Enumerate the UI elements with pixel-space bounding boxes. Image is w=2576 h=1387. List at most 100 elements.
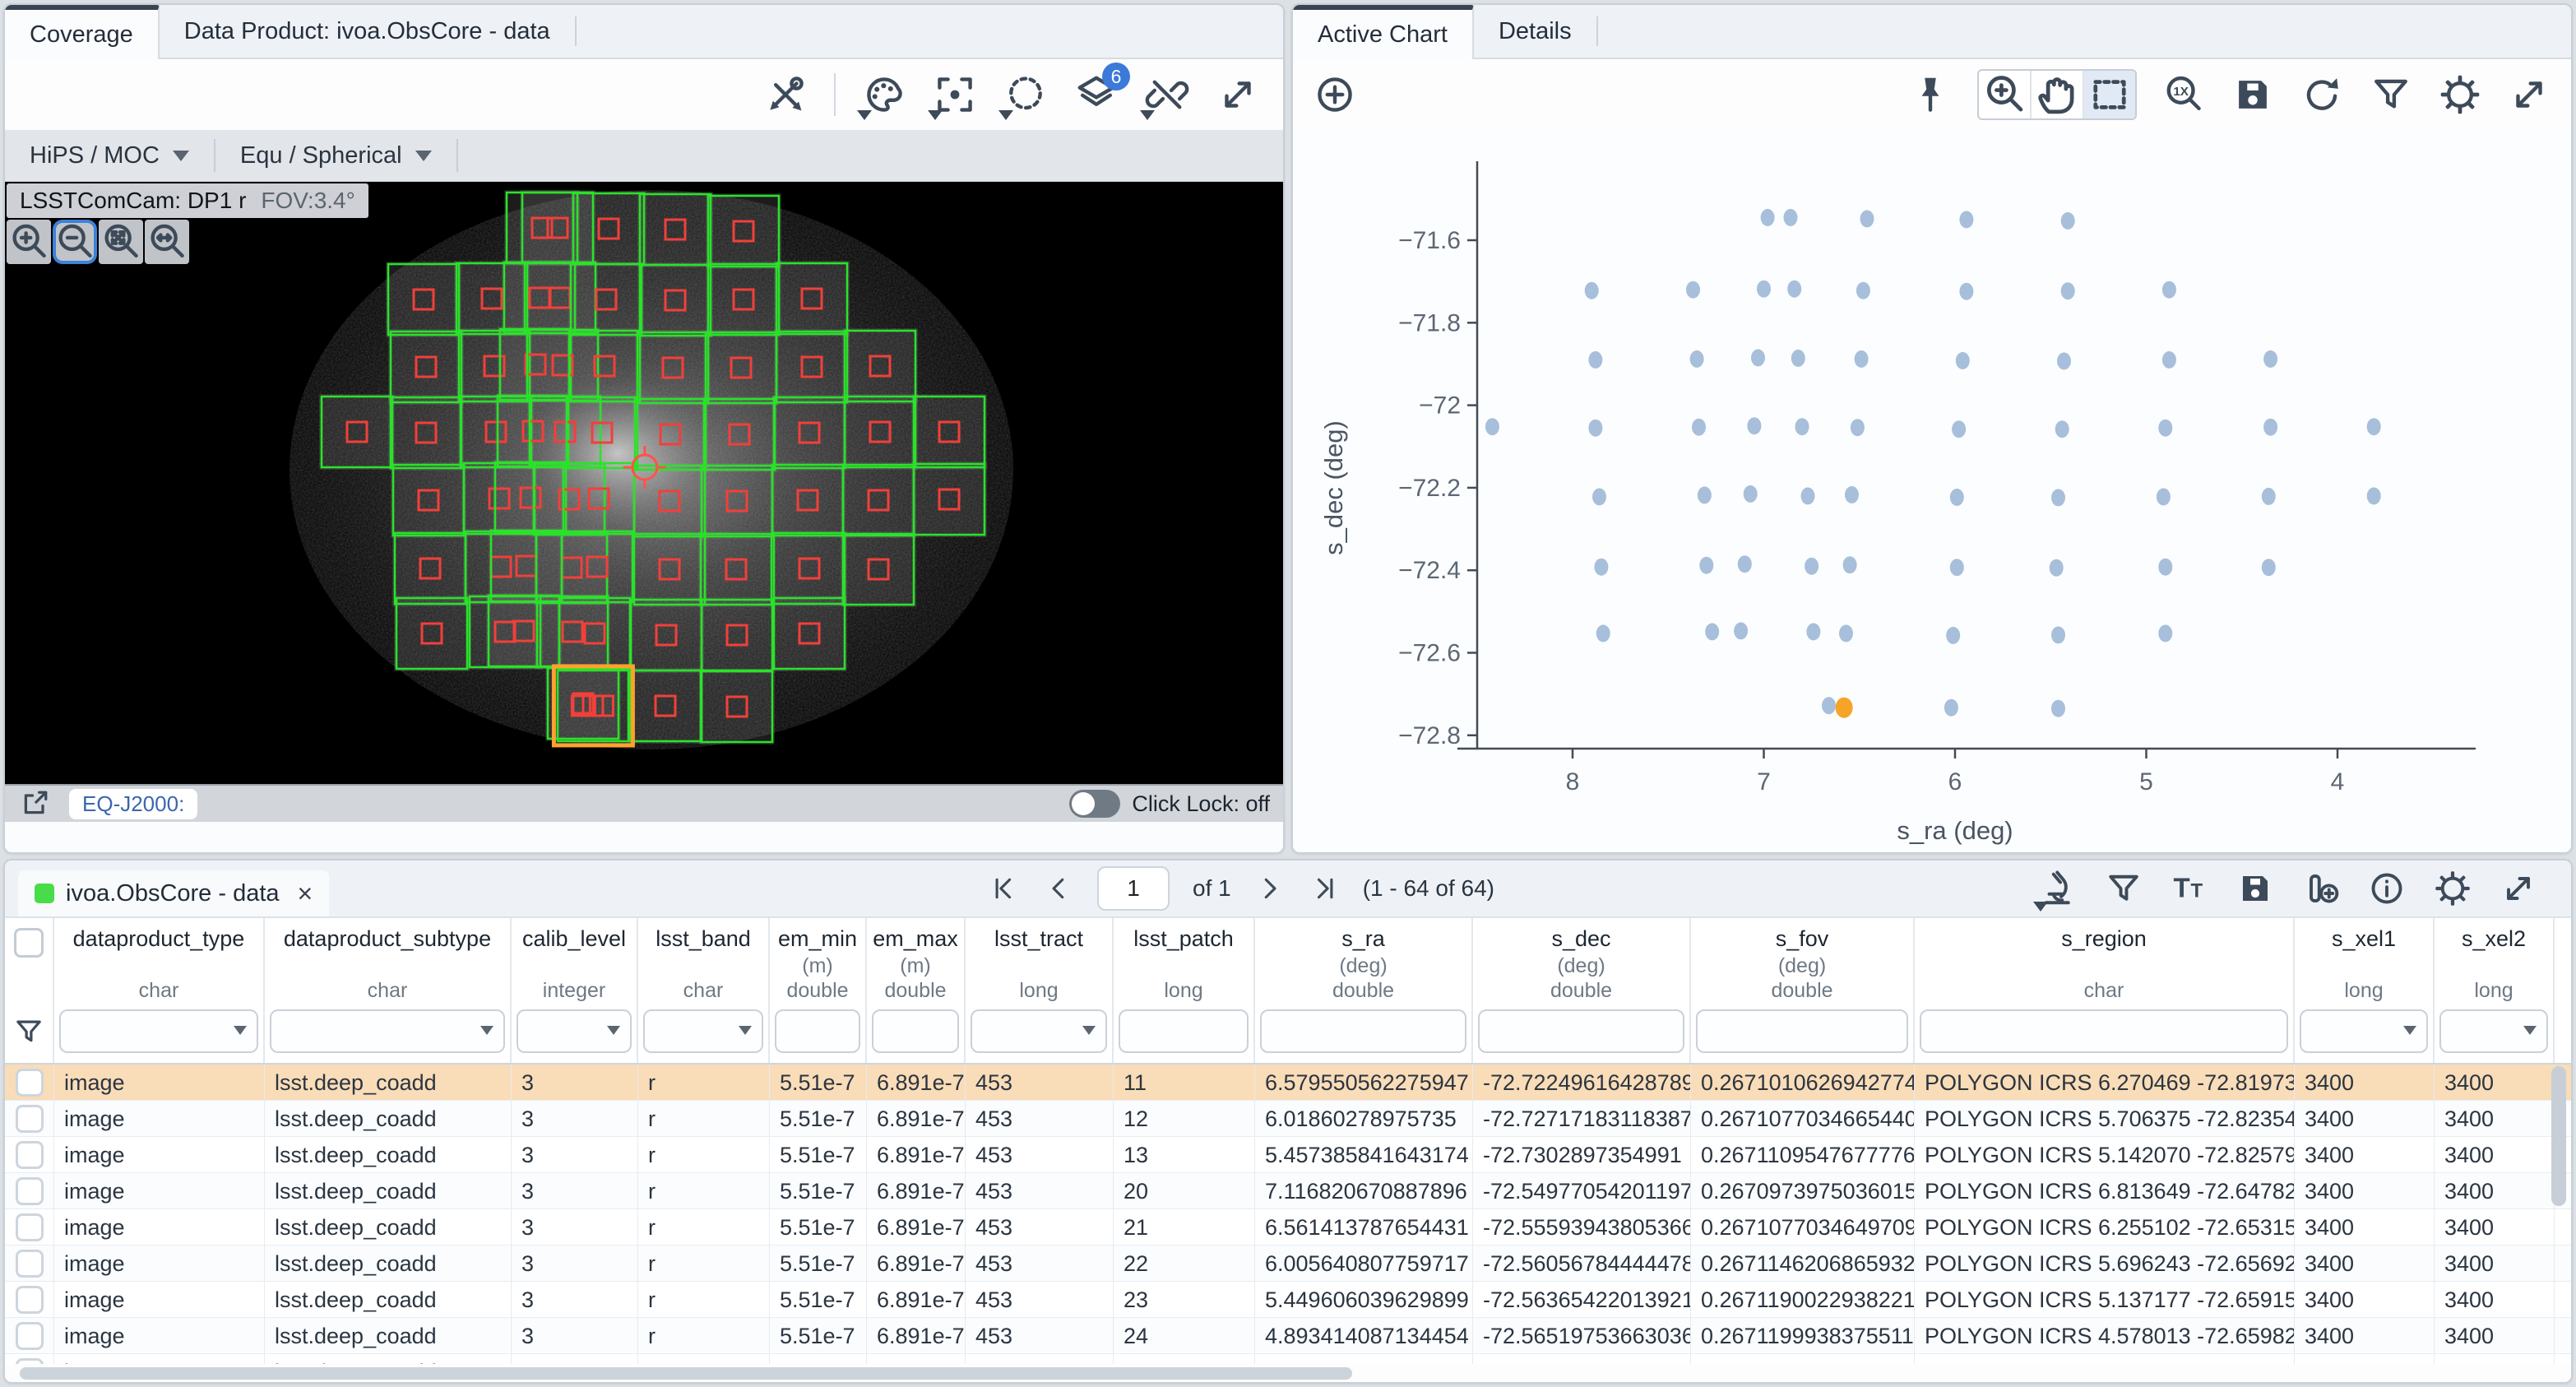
column-name[interactable]: calib_level	[522, 926, 626, 954]
column-name[interactable]: dataproduct_subtype	[284, 926, 491, 954]
zoom-1x-icon[interactable]: 1X	[2161, 72, 2206, 117]
expand-icon[interactable]	[1216, 72, 1260, 117]
filter-s_dec[interactable]	[1478, 1009, 1684, 1053]
column-header-calib_level[interactable]: calib_levelinteger	[512, 918, 638, 1063]
column-header-s_xel1[interactable]: s_xel1long	[2295, 918, 2435, 1063]
filter-icon[interactable]	[2369, 72, 2413, 117]
filter-em_max[interactable]	[872, 1009, 959, 1053]
filter-lsst_patch[interactable]	[1119, 1009, 1249, 1053]
region-select-icon[interactable]	[1003, 72, 1048, 117]
column-header-s_dec[interactable]: s_dec(deg)double	[1473, 918, 1691, 1063]
filter-dataproduct_subtype[interactable]	[270, 1009, 505, 1053]
filter-s_region[interactable]	[1920, 1009, 2288, 1053]
rect-select-icon[interactable]	[2084, 71, 2135, 118]
next-page-icon[interactable]	[1254, 873, 1286, 904]
table-row[interactable]: imagelsst.deep_coadd3r5.51e-76.891e-7453…	[5, 1137, 2571, 1173]
column-name[interactable]: s_dec	[1551, 926, 1610, 954]
coord-system-chip[interactable]: EQ-J2000:	[69, 789, 197, 819]
column-name[interactable]: s_ra	[1341, 926, 1385, 954]
tools-icon[interactable]	[763, 72, 808, 117]
external-link-icon[interactable]	[18, 787, 51, 820]
pan-hand-icon[interactable]	[2032, 71, 2084, 118]
table-row[interactable]: imagelsst.deep_coadd3r5.51e-76.891e-7453…	[5, 1101, 2571, 1137]
zoom-fill-button[interactable]	[145, 220, 189, 264]
zoom-in-button[interactable]	[7, 220, 51, 264]
prev-page-icon[interactable]	[1043, 873, 1074, 904]
column-name[interactable]: s_xel1	[2332, 926, 2396, 954]
info-icon[interactable]	[2367, 869, 2407, 908]
palette-icon[interactable]	[862, 72, 906, 117]
filter-s_fov[interactable]	[1696, 1009, 1908, 1053]
refresh-icon[interactable]	[2300, 72, 2344, 117]
column-header-em_min[interactable]: em_min(m)double	[770, 918, 867, 1063]
column-header-s_xel2[interactable]: s_xel2long	[2435, 918, 2555, 1063]
row-checkbox[interactable]	[16, 1286, 44, 1314]
table-row[interactable]: imagelsst.deep_coadd3r5.51e-76.891e-7453…	[5, 1173, 2571, 1209]
gear-icon[interactable]	[2433, 869, 2472, 908]
microscope-icon[interactable]	[2038, 869, 2078, 908]
add-chart-icon[interactable]	[1313, 72, 1357, 117]
column-name[interactable]: s_xel2	[2462, 926, 2526, 954]
column-name[interactable]: dataproduct_type	[73, 926, 245, 954]
zoom-mode-icon[interactable]	[1979, 71, 2032, 118]
text-size-icon[interactable]: TT	[2170, 869, 2209, 908]
tab-coverage[interactable]: Coverage	[5, 5, 160, 59]
zoom-fit-button[interactable]	[99, 220, 143, 264]
filter-s_xel1[interactable]	[2300, 1009, 2428, 1053]
filter-s_ra[interactable]	[1260, 1009, 1466, 1053]
vertical-scrollbar[interactable]	[2551, 1065, 2568, 1361]
column-header-s_ra[interactable]: s_ra(deg)double	[1255, 918, 1473, 1063]
recenter-icon[interactable]	[933, 72, 977, 117]
row-checkbox[interactable]	[16, 1213, 44, 1241]
tab-details[interactable]: Details	[1474, 5, 1596, 58]
column-header-dataproduct_type[interactable]: dataproduct_typechar	[54, 918, 265, 1063]
sky-coverage-image[interactable]	[5, 182, 1281, 822]
filter-em_min[interactable]	[775, 1009, 860, 1053]
page-number-input[interactable]: 1	[1097, 866, 1170, 911]
row-checkbox[interactable]	[16, 1250, 44, 1278]
gear-icon[interactable]	[2438, 72, 2482, 117]
column-name[interactable]: em_min	[778, 926, 857, 954]
column-name[interactable]: lsst_patch	[1133, 926, 1234, 954]
column-name[interactable]: lsst_tract	[994, 926, 1083, 954]
filter-s_xel2[interactable]	[2439, 1009, 2548, 1053]
tab-active-chart[interactable]: Active Chart	[1293, 5, 1474, 59]
row-checkbox[interactable]	[16, 1105, 44, 1133]
save-icon[interactable]	[2235, 869, 2275, 908]
column-header-lsst_tract[interactable]: lsst_tractlong	[966, 918, 1114, 1063]
table-tab[interactable]: ivoa.ObsCore - data ×	[18, 870, 329, 916]
horizontal-scrollbar[interactable]	[5, 1364, 2571, 1382]
sky-image-area[interactable]: LSSTComCam: DP1 r FOV:3.4° EQ-J2000: Cli…	[5, 182, 1283, 822]
row-checkbox[interactable]	[16, 1069, 44, 1097]
table-row[interactable]: imagelsst.deep_coadd3r5.51e-76.891e-7453…	[5, 1282, 2571, 1318]
column-name[interactable]: s_region	[2061, 926, 2147, 954]
close-icon[interactable]: ×	[298, 879, 313, 909]
column-name[interactable]: s_fov	[1776, 926, 1829, 954]
table-row[interactable]: imagelsst.deep_coadd3r5.51e-76.891e-7453…	[5, 1065, 2571, 1101]
filter-icon[interactable]	[2104, 869, 2143, 908]
tab-data-product[interactable]: Data Product: ivoa.ObsCore - data	[160, 5, 575, 58]
projection-dropdown[interactable]: Equ / Spherical	[215, 139, 458, 172]
unlink-icon[interactable]	[1145, 72, 1189, 117]
expand-icon[interactable]	[2507, 72, 2551, 117]
row-checkbox[interactable]	[16, 1322, 44, 1350]
select-all-checkbox[interactable]	[14, 928, 44, 958]
filter-lsst_tract[interactable]	[971, 1009, 1107, 1053]
row-checkbox[interactable]	[16, 1141, 44, 1169]
scatter-chart[interactable]: −71.6−71.8−72−72.2−72.4−72.6−72.887654s_…	[1293, 130, 2571, 854]
column-header-dataproduct_subtype[interactable]: dataproduct_subtypechar	[265, 918, 512, 1063]
scrollbar-thumb[interactable]	[20, 1367, 1352, 1380]
first-page-icon[interactable]	[989, 873, 1020, 904]
column-header-lsst_patch[interactable]: lsst_patchlong	[1114, 918, 1255, 1063]
column-header-s_fov[interactable]: s_fov(deg)double	[1691, 918, 1915, 1063]
filter-dataproduct_type[interactable]	[59, 1009, 258, 1053]
scrollbar-thumb[interactable]	[2551, 1066, 2566, 1206]
expand-icon[interactable]	[2499, 869, 2538, 908]
pin-icon[interactable]	[1908, 72, 1953, 117]
hips-moc-dropdown[interactable]: HiPS / MOC	[5, 139, 215, 172]
filter-icon[interactable]	[12, 1014, 45, 1050]
column-name[interactable]: em_max	[873, 926, 958, 954]
layers-icon[interactable]: 6	[1074, 72, 1119, 117]
scatter-chart-svg[interactable]: −71.6−71.8−72−72.2−72.4−72.6−72.887654s_…	[1293, 130, 2571, 854]
filter-calib_level[interactable]	[517, 1009, 632, 1053]
